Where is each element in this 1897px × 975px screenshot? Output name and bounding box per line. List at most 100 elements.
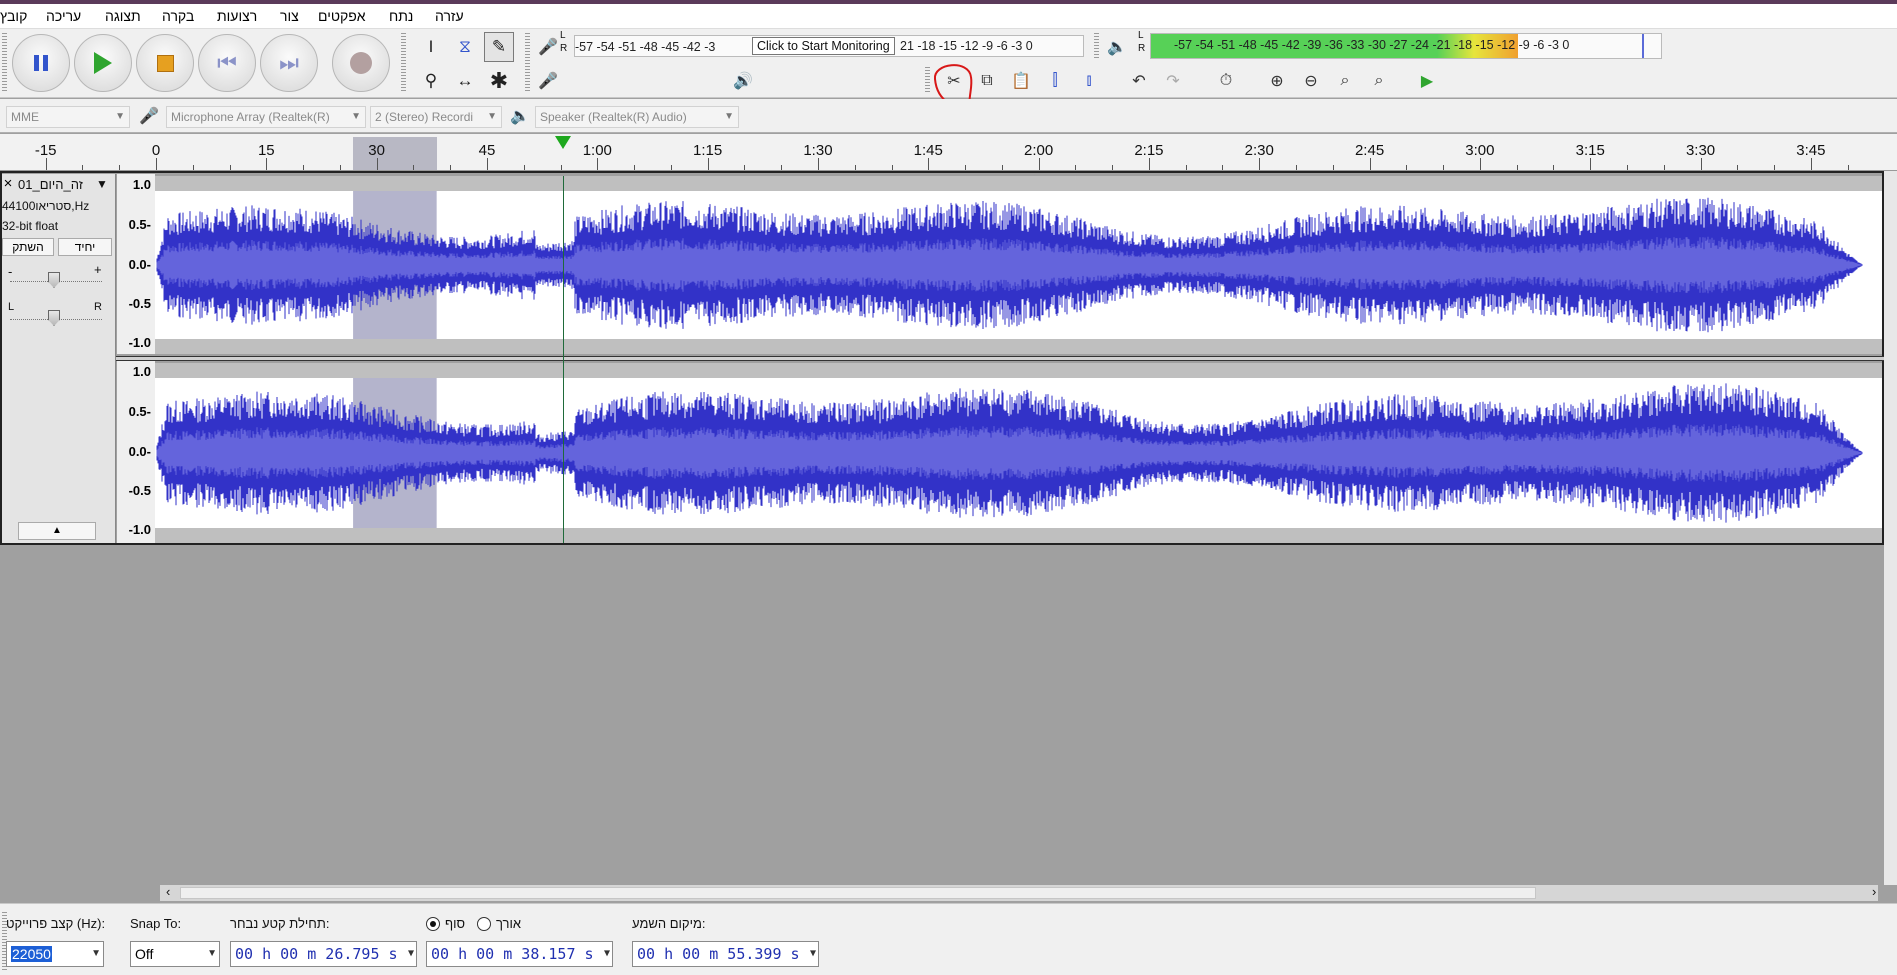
waveform-left-channel[interactable] [155, 176, 1882, 354]
play-meter-scale: -57 -54 -51 -48 -45 -42 -39 -36 -33 -30 … [1174, 38, 1570, 52]
draw-tool[interactable]: ✎ [484, 32, 514, 62]
audio-position-field[interactable]: 00 h 00 m 55.399 s ▼ [632, 941, 819, 967]
play-meter[interactable]: -57 -54 -51 -48 -45 -42 -39 -36 -33 -30 … [1150, 33, 1662, 59]
end-radio[interactable] [426, 917, 440, 931]
pause-icon [34, 55, 48, 71]
selection-tool[interactable]: I [416, 32, 446, 62]
timeline-ruler[interactable]: -15 0 15 30 45 1:00 1:15 1:30 1:45 2:00 2:15 2:30 2:… [0, 134, 1897, 171]
record-meter-scale: -57 -54 -51 -48 -45 -42 -3 [575, 40, 716, 54]
pan-slider-thumb[interactable] [48, 310, 60, 326]
menu-file[interactable]: קובץ [0, 8, 27, 24]
pencil-icon: ✎ [491, 37, 507, 56]
recording-device-select[interactable]: Microphone Array (Realtek(R) ▼ [166, 106, 366, 128]
menu-view[interactable]: תצוגה [105, 8, 141, 24]
tools-grip[interactable] [401, 33, 406, 93]
play-button[interactable] [74, 34, 132, 92]
track-name[interactable]: 01_זה_היום [18, 177, 83, 192]
pause-button[interactable] [12, 34, 70, 92]
silence-button[interactable]: ⫾ [1074, 66, 1104, 96]
multi-tool[interactable]: ✱ [484, 66, 514, 96]
timeline-tick [82, 165, 84, 170]
speaker-icon: 🔈 [510, 108, 530, 125]
speaker-volume-button: 🔊 [728, 66, 758, 96]
zoom-out-button[interactable]: ⊖ [1296, 66, 1326, 96]
selection-end-field[interactable]: 00 h 00 m 38.157 s ▼ [426, 941, 613, 967]
gain-slider-thumb[interactable] [48, 272, 60, 288]
timeline-label: 1:30 [803, 142, 833, 159]
vertical-scale-right-channel[interactable]: 1.0 0.5- 0.0- -0.5 -1.0 [117, 361, 155, 543]
length-radio[interactable] [477, 917, 491, 931]
timeline-label: 3:45 [1796, 142, 1826, 159]
mute-button[interactable]: השתק [2, 238, 54, 256]
horizontal-scrollbar[interactable] [160, 885, 1878, 901]
collapse-track-button[interactable]: ▲ [18, 522, 96, 540]
playback-device-select[interactable]: Speaker (Realtek(R) Audio) ▼ [535, 106, 739, 128]
menu-generate[interactable]: צור [280, 8, 299, 24]
timeline-tick [229, 165, 231, 170]
stopwatch-icon: ⏱ [1219, 72, 1233, 89]
playhead-marker[interactable] [555, 136, 572, 149]
solo-button[interactable]: יחיד [58, 238, 112, 256]
stop-button[interactable] [136, 34, 194, 92]
skip-to-start-button[interactable]: ⏮ [198, 34, 256, 92]
menu-edit[interactable]: עריכה [46, 8, 81, 24]
scroll-left-icon[interactable]: ‹ [166, 884, 170, 899]
skip-end-icon: ⏭ [279, 50, 299, 75]
track-format-info: 32-bit float [2, 219, 59, 233]
project-rate-select[interactable]: 22050 ▼ [6, 941, 104, 967]
record-button[interactable] [332, 34, 390, 92]
meter-grip[interactable] [525, 33, 530, 93]
menu-tracks[interactable]: רצועות [217, 8, 257, 24]
copy-button[interactable]: ⧉ [972, 66, 1002, 96]
recording-channels-select[interactable]: 2 (Stereo) Recordi ▼ [370, 106, 502, 128]
selection-start-field[interactable]: 00 h 00 m 26.795 s ▼ [230, 941, 417, 967]
waveform-right-channel[interactable] [155, 363, 1882, 543]
snap-to-select[interactable]: Off ▼ [130, 941, 220, 967]
menu-analyze[interactable]: נתח [389, 8, 413, 24]
play-at-speed-button[interactable]: ▶ [1412, 66, 1442, 96]
timeline-tick [45, 158, 47, 170]
play-meter-grip[interactable] [1094, 33, 1099, 59]
redo-button[interactable]: ↷ [1158, 66, 1188, 96]
undo-button[interactable]: ↶ [1124, 66, 1154, 96]
timeline-tick [303, 165, 305, 170]
menu-help[interactable]: עזרה [435, 8, 464, 24]
record-icon [350, 52, 372, 74]
scroll-right-icon[interactable]: › [1872, 884, 1876, 899]
record-meter-scale-right: 21 -18 -15 -12 -9 -6 -3 0 [900, 39, 1033, 53]
audio-host-select[interactable]: MME ▼ [6, 106, 130, 128]
toolbar-grip[interactable] [2, 33, 7, 93]
play-meter-channels: L R [1138, 30, 1146, 54]
play-icon [94, 52, 112, 74]
project-rate-label: קצב פרוייקט (Hz): [6, 916, 106, 931]
timeline-label: 3:00 [1465, 142, 1495, 159]
vertical-scrollbar[interactable] [1884, 171, 1897, 885]
fit-selection-button[interactable]: ⌕ [1330, 66, 1360, 96]
envelope-tool[interactable]: ⧖ [450, 32, 480, 62]
play-meter-button[interactable]: 🔈 [1102, 32, 1132, 62]
timeline-tick [1332, 165, 1334, 170]
sync-lock-button[interactable]: ⏱ [1211, 66, 1241, 96]
horizontal-scrollbar-thumb[interactable] [180, 887, 1536, 899]
speaker-icon: 🔊 [733, 73, 753, 90]
timeline-label: 3:30 [1685, 142, 1716, 159]
menu-effects[interactable]: אפקטים [318, 8, 366, 24]
zoom-in-icon: ⊕ [1270, 73, 1284, 90]
skip-to-end-button[interactable]: ⏭ [260, 34, 318, 92]
record-meter-button[interactable]: 🎤 [533, 32, 563, 62]
timeline-label: 1:45 [913, 142, 943, 159]
zoom-in-button[interactable]: ⊕ [1262, 66, 1292, 96]
timeline-tick [744, 165, 746, 170]
fit-project-button[interactable]: ⌕ [1364, 66, 1394, 96]
timeline-tick [891, 165, 893, 170]
zoom-tool[interactable]: ⚲ [416, 66, 446, 96]
paste-button[interactable]: 📋 [1006, 66, 1036, 96]
track-control-panel[interactable]: × 01_זה_היום ▼ 44100סטריאו,Hz 32-bit flo… [0, 174, 116, 544]
menu-transport[interactable]: בקרה [162, 8, 194, 24]
vertical-scale-left-channel[interactable]: 1.0 0.5- 0.0- -0.5 -1.0 [117, 174, 155, 354]
track-menu-dropdown[interactable]: ▼ [96, 177, 108, 191]
close-track-button[interactable]: × [0, 176, 16, 194]
time-shift-tool[interactable]: ↔ [450, 66, 480, 96]
double-arrow-icon: ↔ [456, 71, 474, 90]
trim-button[interactable]: ⫿ [1040, 66, 1070, 96]
